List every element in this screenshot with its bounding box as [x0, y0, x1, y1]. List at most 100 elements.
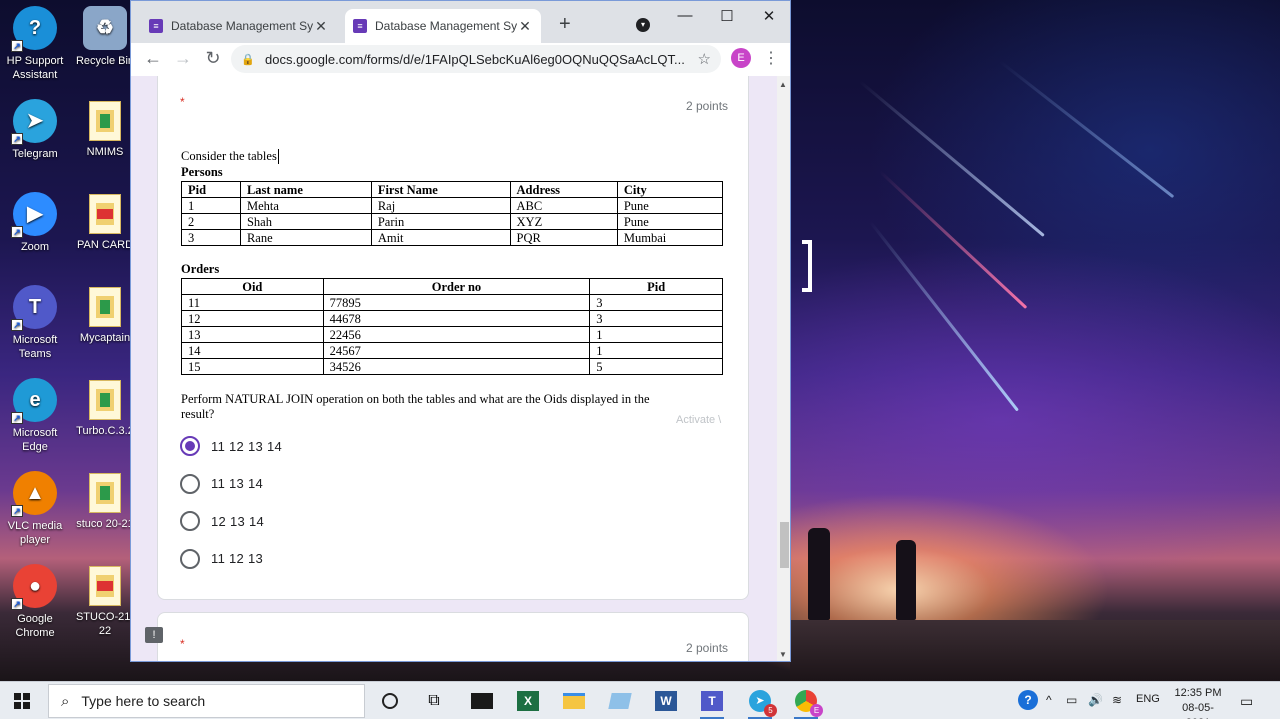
scroll-up-arrow[interactable]: ▲ [779, 80, 787, 89]
answer-option-label: 11 12 13 [211, 551, 264, 566]
desktop-icon[interactable]: T ↗ Microsoft Teams [0, 285, 70, 361]
excel-icon[interactable]: X [514, 687, 542, 715]
table-cell: 77895 [322, 294, 591, 311]
table-cell: 15 [181, 358, 324, 375]
bookmark-star-icon[interactable]: ☆ [698, 50, 711, 68]
tab-title: Database Management System [375, 19, 517, 33]
question-points: 2 points [686, 641, 729, 655]
answer-option-label: 11 13 14 [211, 476, 264, 491]
table-cell: 3 [181, 229, 241, 246]
desktop-icon[interactable]: ● ↗ Google Chrome [0, 564, 70, 640]
terminal-app-icon[interactable] [468, 687, 496, 715]
required-asterisk: * [180, 637, 185, 651]
app-icon-glyph: T [28, 296, 42, 318]
table-cell: Parin [370, 213, 511, 230]
battery-icon[interactable]: ▭ [1066, 693, 1077, 707]
table-cell: Mehta [239, 197, 372, 214]
profile-avatar[interactable]: E [731, 48, 751, 68]
notification-badge: 5 [764, 704, 777, 717]
tab-inactive[interactable]: ≡ Database Management System ✕ [141, 9, 337, 43]
menu-kebab-icon[interactable]: ⋮ [763, 48, 779, 68]
desktop-icon[interactable]: ▶ ↗ Zoom [0, 192, 70, 254]
reload-icon[interactable]: ↻ [203, 48, 223, 69]
radio-button[interactable] [180, 473, 200, 494]
answer-option[interactable]: 11 13 14 [180, 473, 263, 495]
back-icon[interactable]: ← [143, 48, 163, 69]
table-row: 15 34526 5 [181, 358, 723, 375]
table-cell: 11 [181, 294, 324, 311]
teams-taskbar-icon[interactable]: T [698, 687, 726, 719]
question-intro: Consider the tables [181, 149, 279, 164]
app-icon: ▲ ↗ [11, 471, 57, 517]
answer-option[interactable]: 11 12 13 [180, 548, 263, 570]
desktop-icon[interactable]: ➤ ↗ Telegram [0, 99, 70, 161]
persons-table-label: Persons [181, 165, 223, 179]
url-text: docs.google.com/forms/d/e/1FAIpQLSebcKuA… [265, 51, 685, 67]
question-points: 2 points [686, 99, 729, 113]
app-icon-glyph: ▶ [27, 203, 43, 225]
shortcut-arrow-icon: ↗ [11, 226, 23, 238]
chrome-window: ≡ Database Management System ✕ ≡ Databas… [130, 0, 791, 662]
taskbar: ⌕ Type here to search ⧉ X W T ➤ 5 E ? ^ … [0, 681, 1280, 719]
table-row: 13 22456 1 [181, 326, 723, 343]
shortcut-arrow-icon: ↗ [11, 40, 23, 52]
table-cell: 22456 [322, 326, 591, 343]
feedback-icon[interactable]: ! [145, 627, 163, 643]
cortana-icon[interactable] [376, 687, 404, 715]
telegram-taskbar-icon[interactable]: ➤ 5 [746, 687, 777, 719]
help-icon[interactable]: ? [1018, 690, 1038, 710]
desktop-icon[interactable]: ▲ ↗ VLC media player [0, 471, 70, 547]
scrollbar-thumb[interactable] [780, 522, 789, 568]
address-bar[interactable]: 🔒 docs.google.com/forms/d/e/1FAIpQLSebcK… [231, 45, 721, 73]
page-scrollbar[interactable]: ▲ ▼ [777, 76, 790, 661]
app-icon: e ↗ [11, 378, 57, 424]
radio-button[interactable] [180, 511, 200, 531]
new-tab-button[interactable]: + [559, 13, 571, 36]
tab-active[interactable]: ≡ Database Management System ✕ [345, 9, 541, 43]
app-icon-glyph: ? [28, 17, 42, 39]
desktop-icon[interactable]: e ↗ Microsoft Edge [0, 378, 70, 454]
desktop-icon-label: Google Chrome [15, 613, 55, 639]
maximize-button[interactable]: ☐ [717, 7, 737, 25]
table-cell: Mumbai [616, 229, 724, 246]
wallpaper-ground [790, 620, 1280, 681]
show-hidden-icons[interactable]: ^ [1046, 693, 1052, 707]
system-clock[interactable]: 12:35 PM 08-05-2021 [1170, 686, 1226, 719]
scroll-down-arrow[interactable]: ▼ [779, 650, 787, 659]
radio-button[interactable] [180, 548, 200, 569]
answer-option[interactable]: 12 13 14 [180, 510, 264, 532]
word-icon[interactable]: W [652, 687, 680, 715]
desktop-icon-label: Microsoft Edge [12, 427, 58, 453]
volume-icon[interactable]: 🔊 [1088, 693, 1103, 707]
close-window-button[interactable]: ✕ [759, 7, 779, 25]
task-view-icon[interactable]: ⧉ [420, 687, 448, 715]
windows-start-icon[interactable] [14, 693, 30, 709]
table-row: 11 77895 3 [181, 294, 723, 311]
forward-icon[interactable]: → [173, 48, 193, 69]
table-cell: Shah [239, 213, 372, 230]
file-explorer-icon[interactable] [560, 687, 588, 715]
answer-option[interactable]: 11 12 13 14 [180, 435, 282, 457]
chrome-taskbar-icon[interactable]: E [792, 687, 823, 719]
shortcut-arrow-icon: ↗ [11, 412, 23, 424]
close-tab-icon[interactable]: ✕ [517, 18, 533, 35]
notes-app-icon[interactable] [606, 687, 634, 715]
minimize-button[interactable]: — [675, 7, 695, 24]
language-indicator[interactable]: ENG [1136, 693, 1160, 705]
desktop-icon[interactable]: ? ↗ HP Support Assistant [0, 6, 70, 82]
spreadsheet-file-icon [89, 287, 121, 327]
radio-button[interactable] [180, 436, 200, 456]
tab-search-icon[interactable]: ▾ [636, 18, 650, 32]
close-tab-icon[interactable]: ✕ [313, 18, 329, 35]
question-prompt-line2: result? [181, 407, 215, 421]
table-header-cell: City [616, 181, 724, 198]
table-cell: Pune [616, 197, 724, 214]
action-center-icon[interactable]: ▭ [1240, 693, 1253, 710]
table-cell: 24567 [322, 342, 591, 359]
app-icon-glyph: ● [28, 575, 42, 597]
wifi-icon[interactable]: ≋ [1112, 693, 1122, 707]
google-forms-icon: ≡ [149, 19, 163, 33]
taskbar-search-box[interactable]: ⌕ Type here to search [48, 684, 365, 718]
app-icon: ? ↗ [11, 6, 57, 52]
spreadsheet-file-icon [89, 380, 121, 420]
